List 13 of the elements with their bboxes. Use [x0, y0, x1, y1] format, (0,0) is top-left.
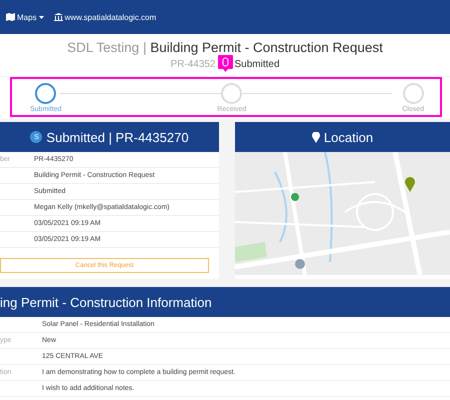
nav-link[interactable]: Maps — [6, 12, 44, 22]
panel-title: Submitted | PR-4435270 — [46, 130, 189, 144]
nav-link[interactable]: www.spatialdatalogic.com — [54, 12, 156, 22]
panel-title: Location — [324, 130, 374, 144]
caret-icon — [38, 16, 44, 18]
status-text: Submitted — [234, 59, 280, 70]
panel-title: ing Permit - Construction Information — [0, 294, 212, 310]
page-title: SDL Testing | Building Permit - Construction Request — [67, 40, 383, 55]
mouse-icon — [218, 55, 232, 72]
request-number: PR-44352 — [170, 59, 216, 70]
institution-icon — [54, 13, 63, 21]
map-icon — [6, 13, 15, 21]
map-pin-icon — [312, 132, 320, 142]
